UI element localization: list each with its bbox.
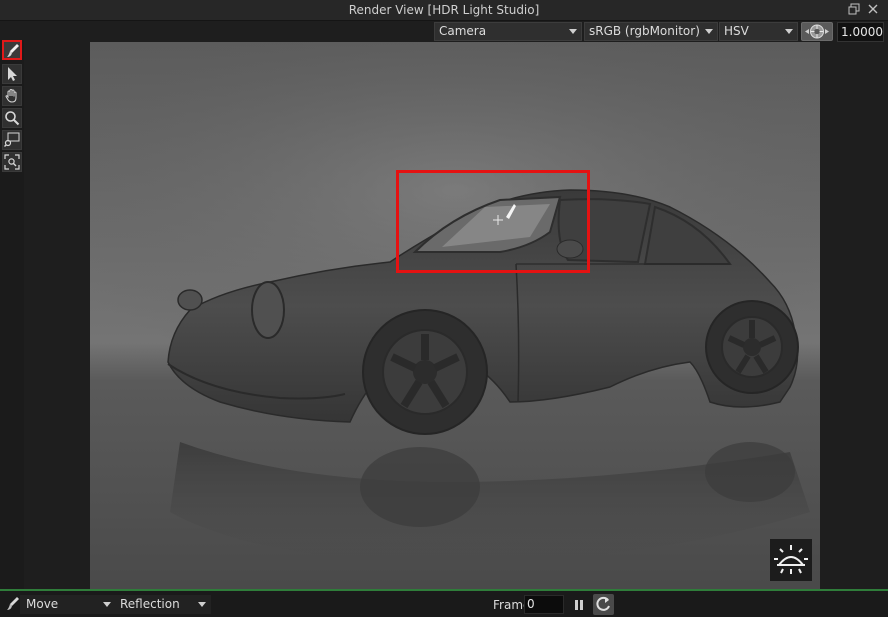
render-image[interactable] (90, 42, 820, 589)
fit-view-icon (4, 154, 20, 170)
chevron-down-icon (198, 602, 206, 607)
aperture-icon (805, 24, 829, 39)
light-preview-button[interactable] (770, 539, 812, 581)
zoom-icon (5, 111, 20, 126)
paint-tool-button[interactable] (2, 40, 22, 60)
select-tool-button[interactable] (2, 64, 22, 84)
chevron-down-icon (569, 29, 577, 34)
paint-brush-icon (7, 44, 19, 57)
render-viewport[interactable] (24, 42, 888, 589)
exposure-button[interactable] (801, 22, 833, 41)
light-type-select[interactable]: Reflection (114, 595, 211, 614)
fit-view-tool-button[interactable] (2, 152, 22, 172)
exposure-input[interactable]: 1.0000 (837, 22, 884, 42)
refresh-icon (596, 596, 610, 611)
restore-window-icon[interactable] (847, 3, 861, 17)
pan-tool-button[interactable] (2, 86, 22, 106)
hand-pan-icon (5, 88, 17, 103)
pause-button[interactable] (570, 596, 588, 614)
render-toolbar: Camera sRGB (rgbMonitor) HSV 1.0000 (0, 21, 888, 42)
status-bar: Move Reflection Frame 0 (0, 589, 888, 617)
chevron-down-icon (103, 602, 111, 607)
car-render-image (90, 42, 820, 589)
close-window-icon[interactable] (866, 3, 880, 17)
pointer-icon (8, 67, 17, 81)
placement-mode-select[interactable]: Move (20, 595, 116, 614)
paint-brush-icon (7, 597, 19, 610)
color-mode-select-value: HSV (724, 24, 749, 38)
zoom-tool-button[interactable] (2, 108, 22, 128)
selection-rectangle (396, 170, 590, 273)
colorspace-select-value: sRGB (rgbMonitor) (589, 24, 700, 38)
camera-select-value: Camera (439, 24, 487, 38)
pause-icon (575, 600, 583, 610)
light-type-value: Reflection (120, 597, 180, 611)
sun-light-icon (770, 539, 812, 581)
render-view-window: Render View [HDR Light Studio] Camera sR… (0, 0, 888, 617)
frame-input[interactable]: 0 (524, 595, 564, 614)
placement-mode-value: Move (26, 597, 59, 611)
chevron-down-icon (705, 29, 713, 34)
color-mode-select[interactable]: HSV (719, 22, 798, 41)
zoom-region-icon (4, 132, 20, 147)
camera-select[interactable]: Camera (434, 22, 582, 41)
colorspace-select[interactable]: sRGB (rgbMonitor) (584, 22, 718, 41)
refresh-button[interactable] (593, 594, 614, 615)
chevron-down-icon (785, 29, 793, 34)
title-bar: Render View [HDR Light Studio] (0, 0, 888, 21)
zoom-region-tool-button[interactable] (2, 130, 22, 150)
tool-column (0, 40, 24, 589)
window-title: Render View [HDR Light Studio] (348, 3, 540, 17)
